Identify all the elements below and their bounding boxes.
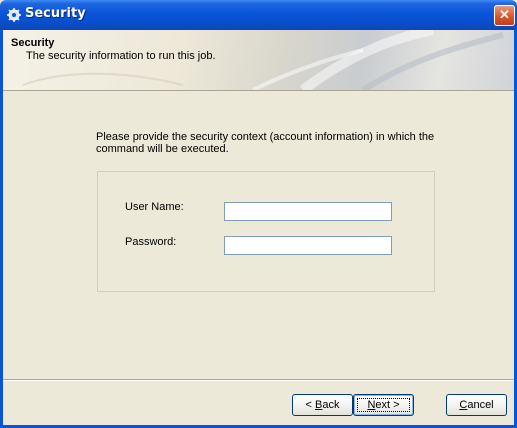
close-icon: ✕	[499, 7, 510, 22]
credentials-group: User Name: Password:	[97, 171, 435, 292]
wizard-body: Please provide the security context (acc…	[3, 91, 514, 379]
username-input[interactable]	[224, 202, 392, 221]
window-title: Security	[25, 6, 86, 21]
wizard-header: Security The security information to run…	[3, 30, 514, 91]
next-button[interactable]: Next >	[353, 394, 414, 416]
cancel-button[interactable]: Cancel	[446, 394, 507, 416]
username-label: User Name:	[125, 201, 184, 213]
header-title: Security	[11, 37, 55, 49]
back-button[interactable]: < Back	[292, 394, 353, 416]
title-bar[interactable]: Security ✕	[0, 0, 517, 30]
gear-app-icon	[7, 8, 21, 22]
header-subtitle: The security information to run this job…	[26, 50, 216, 62]
intro-text: Please provide the security context (acc…	[96, 131, 435, 155]
close-button[interactable]: ✕	[494, 5, 515, 26]
password-input[interactable]	[224, 236, 392, 255]
footer-separator	[3, 379, 514, 381]
password-label: Password:	[125, 236, 177, 248]
